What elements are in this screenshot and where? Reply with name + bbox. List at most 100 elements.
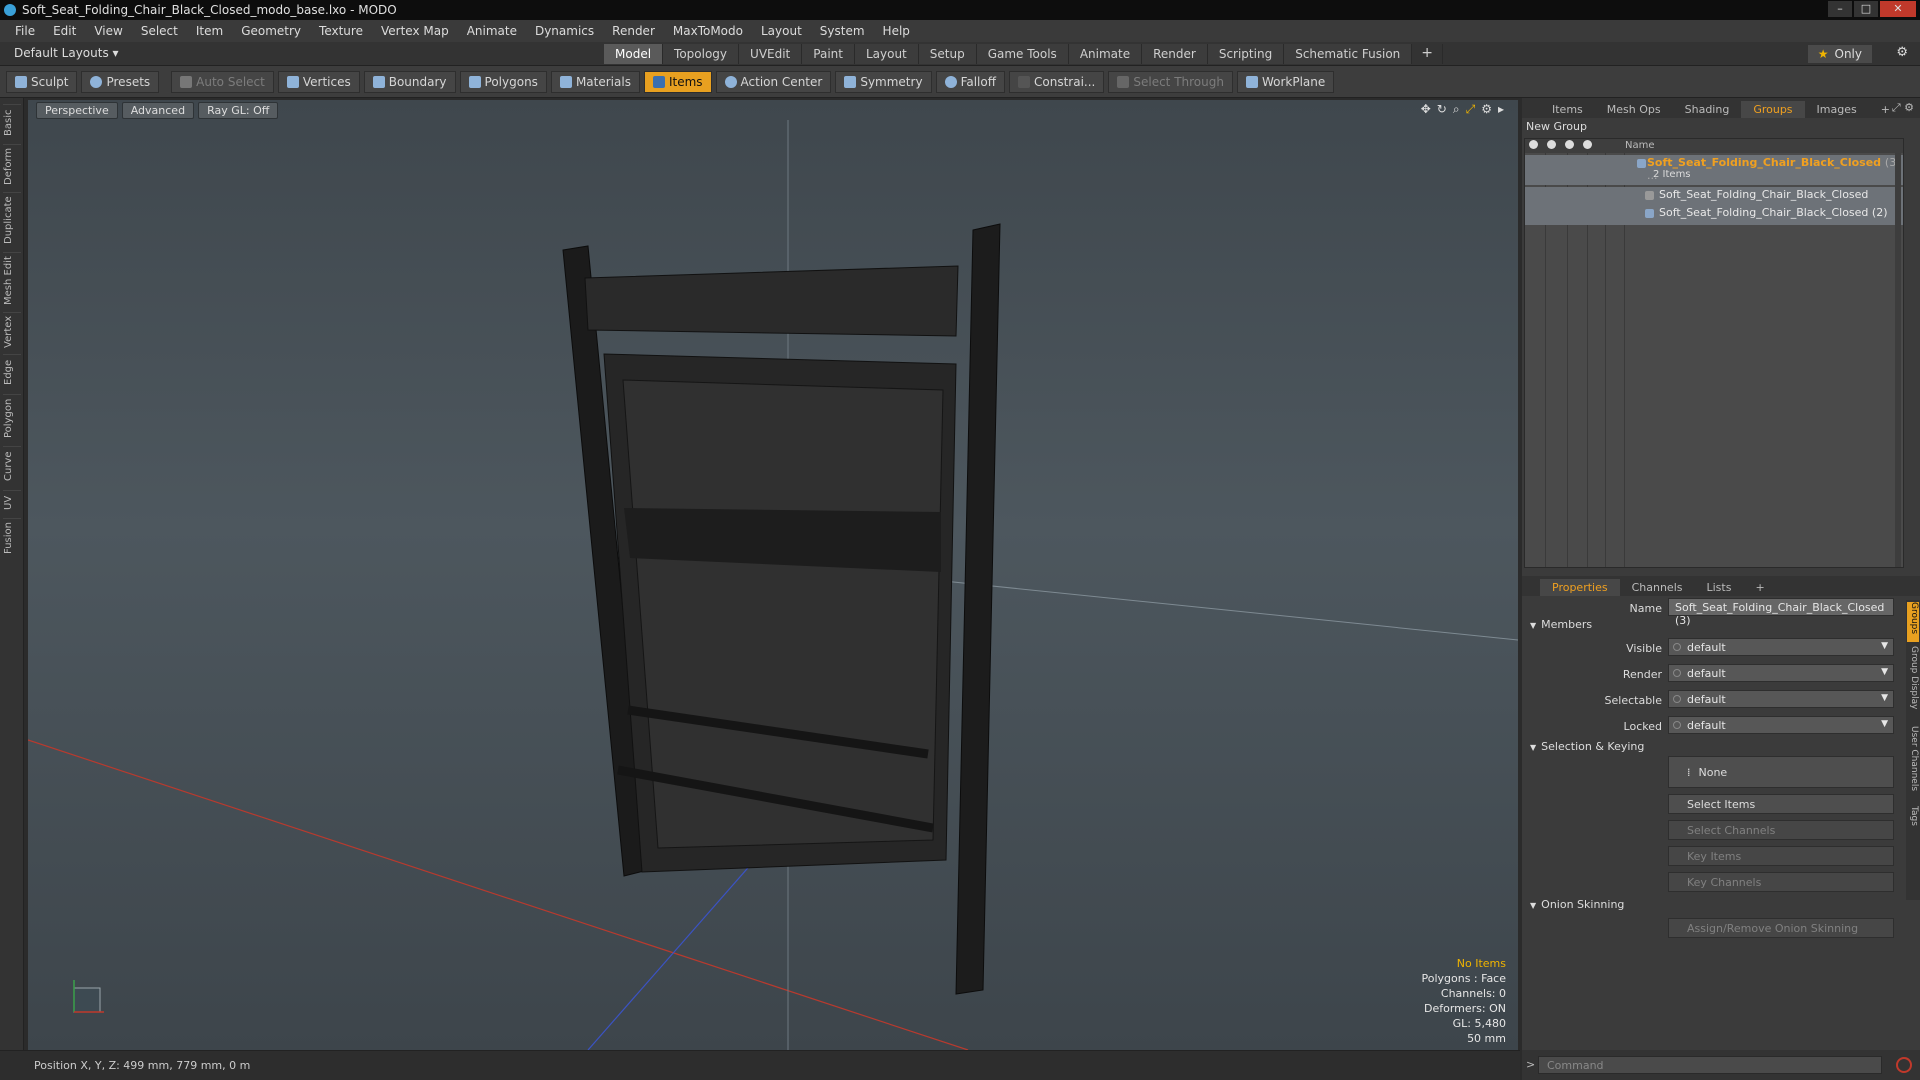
selection-keying-section[interactable]: ▼ Selection & Keying xyxy=(1530,740,1644,753)
constraints-button[interactable]: Constrai... xyxy=(1009,70,1105,93)
tab-uv[interactable]: UV xyxy=(3,490,21,514)
default-layouts-dropdown[interactable]: Default Layouts ▾ xyxy=(14,46,119,60)
menu-geometry[interactable]: Geometry xyxy=(232,24,310,38)
rotate-icon[interactable]: ↻ xyxy=(1437,102,1447,117)
menu-edit[interactable]: Edit xyxy=(44,24,85,38)
selectable-dropdown[interactable]: default ▼ xyxy=(1668,690,1894,708)
tab-paint[interactable]: Paint xyxy=(802,44,855,64)
tab-animate[interactable]: Animate xyxy=(1068,44,1143,64)
group-list-scrollbar[interactable] xyxy=(1895,153,1901,567)
menu-layout[interactable]: Layout xyxy=(752,24,811,38)
viewport-settings-icon[interactable]: ⚙ xyxy=(1481,102,1492,117)
tab-fusion[interactable]: Fusion xyxy=(3,518,21,558)
tab-render[interactable]: Render xyxy=(1142,44,1208,64)
zoom-icon[interactable]: ⌕ xyxy=(1453,102,1460,117)
boundary-button[interactable]: Boundary xyxy=(363,70,456,93)
members-section[interactable]: ▼ Members xyxy=(1530,618,1592,631)
tab-edge[interactable]: Edge xyxy=(3,354,21,390)
tab-items[interactable]: Items xyxy=(1540,101,1595,118)
add-tab-button[interactable]: + xyxy=(1412,44,1444,64)
vertices-button[interactable]: Vertices xyxy=(277,70,360,93)
name-field[interactable]: Soft_Seat_Folding_Chair_Black_Closed (3) xyxy=(1668,598,1894,627)
symmetry-button[interactable]: Symmetry xyxy=(835,70,932,93)
items-button[interactable]: Items xyxy=(643,70,712,93)
tab-layout[interactable]: Layout xyxy=(854,44,919,64)
add-properties-tab-button[interactable]: + xyxy=(1743,579,1776,596)
locked-dropdown[interactable]: default ▼ xyxy=(1668,716,1894,734)
tab-game-tools[interactable]: Game Tools xyxy=(976,44,1069,64)
tab-channels[interactable]: Channels xyxy=(1620,579,1695,596)
key-items-button[interactable]: Key Items xyxy=(1668,846,1894,866)
tab-curve[interactable]: Curve xyxy=(3,446,21,486)
menu-texture[interactable]: Texture xyxy=(310,24,372,38)
assign-onion-button[interactable]: Assign/Remove Onion Skinning xyxy=(1668,918,1894,938)
side-tab-groups[interactable]: Groups xyxy=(1907,602,1919,642)
new-group-button[interactable]: New Group xyxy=(1526,120,1587,133)
expand-arrow-icon[interactable]: ▸ xyxy=(1498,102,1504,117)
visibility-eye-icon[interactable] xyxy=(1529,140,1538,149)
tab-groups[interactable]: Groups xyxy=(1741,101,1805,118)
tab-vertex[interactable]: Vertex xyxy=(3,312,21,350)
tab-mesh-ops[interactable]: Mesh Ops xyxy=(1595,101,1673,118)
key-channels-button[interactable]: Key Channels xyxy=(1668,872,1894,892)
side-tab-user-channels[interactable]: User Channels xyxy=(1907,726,1919,802)
sculpt-button[interactable]: Sculpt xyxy=(6,70,78,93)
tab-deform[interactable]: Deform xyxy=(3,144,21,188)
action-center-button[interactable]: Action Center xyxy=(715,70,832,93)
menu-dynamics[interactable]: Dynamics xyxy=(526,24,603,38)
none-button[interactable]: ⁞ None xyxy=(1668,756,1894,788)
onion-skinning-section[interactable]: ▼ Onion Skinning xyxy=(1530,898,1624,911)
menu-select[interactable]: Select xyxy=(132,24,187,38)
tab-shading[interactable]: Shading xyxy=(1673,101,1742,118)
render-icon[interactable] xyxy=(1547,140,1556,149)
perspective-dropdown[interactable]: Perspective xyxy=(36,102,118,119)
group-row[interactable]: Soft_Seat_Folding_Chair_Black_Closed (3 … xyxy=(1525,155,1903,185)
fit-icon[interactable]: ⤢ xyxy=(1466,102,1476,117)
select-items-button[interactable]: Select Items xyxy=(1668,794,1894,814)
tab-setup[interactable]: Setup xyxy=(918,44,977,64)
gear-icon[interactable]: ⚙ xyxy=(1896,45,1908,60)
tab-polygon[interactable]: Polygon xyxy=(3,394,21,442)
polygons-button[interactable]: Polygons xyxy=(459,70,547,93)
menu-animate[interactable]: Animate xyxy=(458,24,526,38)
tab-uvedit[interactable]: UVEdit xyxy=(739,44,803,64)
select-channels-button[interactable]: Select Channels xyxy=(1668,820,1894,840)
advanced-dropdown[interactable]: Advanced xyxy=(121,102,195,119)
select-icon[interactable] xyxy=(1583,140,1592,149)
menu-view[interactable]: View xyxy=(85,24,131,38)
visible-dropdown[interactable]: default ▼ xyxy=(1668,638,1894,656)
menu-system[interactable]: System xyxy=(811,24,874,38)
lock-icon[interactable] xyxy=(1565,140,1574,149)
tab-duplicate[interactable]: Duplicate xyxy=(3,192,21,248)
panel-expand-icon[interactable]: ⤢ ⚙ xyxy=(1892,101,1914,115)
menu-help[interactable]: Help xyxy=(874,24,919,38)
select-through-button[interactable]: Select Through xyxy=(1108,70,1233,93)
stop-icon[interactable] xyxy=(1896,1057,1912,1073)
tab-topology[interactable]: Topology xyxy=(663,44,740,64)
tab-scripting[interactable]: Scripting xyxy=(1207,44,1285,64)
tab-schematic-fusion[interactable]: Schematic Fusion xyxy=(1284,44,1413,64)
tab-model[interactable]: Model xyxy=(604,44,664,64)
tab-images[interactable]: Images xyxy=(1805,101,1869,118)
tab-properties[interactable]: Properties xyxy=(1540,579,1620,596)
presets-button[interactable]: Presets xyxy=(81,70,160,93)
list-item[interactable]: Soft_Seat_Folding_Chair_Black_Closed (2) xyxy=(1525,205,1903,225)
tab-basic[interactable]: Basic xyxy=(3,104,21,140)
only-toggle[interactable]: ★ Only xyxy=(1807,45,1872,63)
tab-lists[interactable]: Lists xyxy=(1695,579,1744,596)
command-input[interactable]: Command xyxy=(1538,1056,1882,1074)
workplane-button[interactable]: WorkPlane xyxy=(1236,70,1335,93)
side-tab-group-display[interactable]: Group Display xyxy=(1907,646,1919,722)
menu-vertex-map[interactable]: Vertex Map xyxy=(372,24,458,38)
menu-file[interactable]: File xyxy=(6,24,44,38)
menu-maxtomodo[interactable]: MaxToModo xyxy=(664,24,752,38)
3d-viewport[interactable]: Perspective Advanced Ray GL: Off ✥ ↻ ⌕ ⤢… xyxy=(28,100,1518,1050)
list-item[interactable]: Soft_Seat_Folding_Chair_Black_Closed xyxy=(1525,187,1903,207)
render-dropdown[interactable]: default ▼ xyxy=(1668,664,1894,682)
close-button[interactable]: ✕ xyxy=(1880,1,1916,17)
falloff-button[interactable]: Falloff xyxy=(935,70,1005,93)
minimize-button[interactable]: – xyxy=(1828,1,1852,17)
maximize-button[interactable]: □ xyxy=(1854,1,1878,17)
pan-icon[interactable]: ✥ xyxy=(1421,102,1431,117)
materials-button[interactable]: Materials xyxy=(550,70,640,93)
